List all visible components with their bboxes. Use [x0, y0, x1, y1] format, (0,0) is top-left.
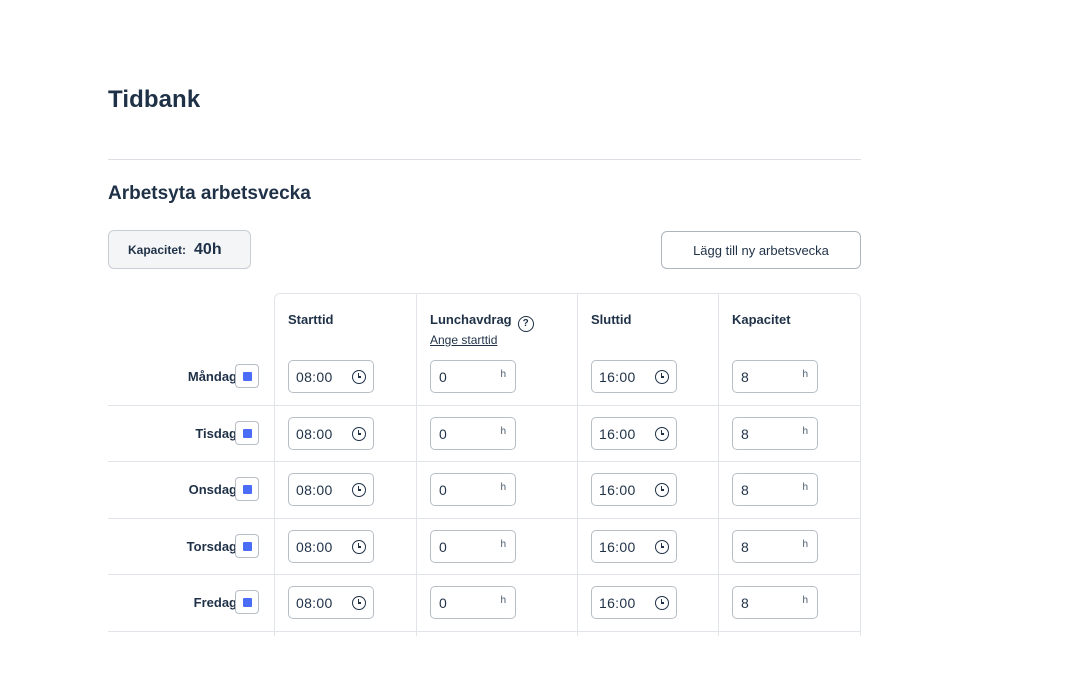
day-label: Torsdag: [186, 539, 237, 554]
day-checkbox[interactable]: [235, 421, 259, 445]
capacity-summary-value: 40h: [194, 240, 222, 258]
row-divider: [108, 574, 861, 575]
row-divider: [108, 518, 861, 519]
table-frame: [274, 293, 861, 636]
capacity-input[interactable]: 8h: [732, 417, 818, 450]
unit-label: h: [500, 426, 506, 437]
start-time-value: 08:00: [296, 594, 333, 611]
row-divider: [108, 631, 861, 632]
end-time-value: 16:00: [599, 481, 636, 498]
page-title: Tidbank: [108, 86, 201, 113]
end-time-value: 16:00: [599, 425, 636, 442]
unit-label: h: [802, 482, 808, 493]
set-start-time-link[interactable]: Ange starttid: [430, 333, 497, 347]
column-divider: [718, 293, 719, 636]
lunch-deduction-input[interactable]: 0h: [430, 586, 516, 619]
lunch-deduction-value: 0: [439, 425, 447, 442]
column-divider: [577, 293, 578, 636]
unit-label: h: [802, 595, 808, 606]
lunch-deduction-input[interactable]: 0h: [430, 473, 516, 506]
checkbox-indicator: [242, 428, 252, 438]
clock-icon: [655, 596, 669, 610]
column-header-capacity: Kapacitet: [732, 312, 791, 327]
clock-icon: [352, 370, 366, 384]
capacity-input[interactable]: 8h: [732, 586, 818, 619]
unit-label: h: [802, 426, 808, 437]
checkbox-indicator: [242, 597, 252, 607]
column-header-start: Starttid: [288, 312, 334, 327]
checkbox-indicator: [242, 541, 252, 551]
lunch-deduction-input[interactable]: 0h: [430, 530, 516, 563]
start-time-value: 08:00: [296, 368, 333, 385]
capacity-input[interactable]: 8h: [732, 360, 818, 393]
lunch-deduction-input[interactable]: 0h: [430, 417, 516, 450]
unit-label: h: [500, 369, 506, 380]
clock-icon: [352, 540, 366, 554]
row-divider: [108, 461, 861, 462]
divider: [108, 159, 861, 160]
day-label: Fredag: [193, 595, 237, 610]
clock-icon: [655, 540, 669, 554]
end-time-value: 16:00: [599, 368, 636, 385]
capacity-value: 8: [741, 538, 749, 555]
day-checkbox[interactable]: [235, 590, 259, 614]
start-time-input[interactable]: 08:00: [288, 586, 374, 619]
add-work-week-button[interactable]: Lägg till ny arbetsvecka: [661, 231, 861, 269]
capacity-value: 8: [741, 481, 749, 498]
start-time-input[interactable]: 08:00: [288, 417, 374, 450]
unit-label: h: [802, 539, 808, 550]
row-divider: [108, 405, 861, 406]
column-header-lunch: Lunchavdrag?: [430, 312, 534, 332]
unit-label: h: [500, 539, 506, 550]
checkbox-indicator: [242, 484, 252, 494]
column-divider: [416, 293, 417, 636]
checkbox-indicator: [242, 371, 252, 381]
start-time-value: 08:00: [296, 538, 333, 555]
end-time-input[interactable]: 16:00: [591, 530, 677, 563]
day-label: Onsdag: [188, 482, 237, 497]
lunch-deduction-value: 0: [439, 368, 447, 385]
work-week-table: Starttid Lunchavdrag? Ange starttid Slut…: [108, 293, 861, 636]
start-time-input[interactable]: 08:00: [288, 360, 374, 393]
clock-icon: [655, 370, 669, 384]
lunch-deduction-input[interactable]: 0h: [430, 360, 516, 393]
column-header-end: Sluttid: [591, 312, 632, 327]
unit-label: h: [500, 595, 506, 606]
end-time-value: 16:00: [599, 594, 636, 611]
end-time-input[interactable]: 16:00: [591, 473, 677, 506]
capacity-input[interactable]: 8h: [732, 530, 818, 563]
unit-label: h: [500, 482, 506, 493]
end-time-value: 16:00: [599, 538, 636, 555]
capacity-summary-label: Kapacitet:: [128, 242, 187, 257]
lunch-deduction-value: 0: [439, 594, 447, 611]
end-time-input[interactable]: 16:00: [591, 360, 677, 393]
lunch-deduction-value: 0: [439, 538, 447, 555]
capacity-input[interactable]: 8h: [732, 473, 818, 506]
section-title: Arbetsyta arbetsvecka: [108, 183, 311, 204]
clock-icon: [655, 483, 669, 497]
end-time-input[interactable]: 16:00: [591, 417, 677, 450]
start-time-input[interactable]: 08:00: [288, 473, 374, 506]
start-time-value: 08:00: [296, 425, 333, 442]
day-checkbox[interactable]: [235, 477, 259, 501]
start-time-input[interactable]: 08:00: [288, 530, 374, 563]
day-label: Tisdag: [195, 426, 237, 441]
start-time-value: 08:00: [296, 481, 333, 498]
clock-icon: [352, 483, 366, 497]
column-header-lunch-label: Lunchavdrag: [430, 312, 512, 327]
clock-icon: [655, 427, 669, 441]
capacity-summary-badge: Kapacitet: 40h: [108, 230, 251, 269]
day-label: Måndag: [187, 369, 237, 384]
lunch-deduction-value: 0: [439, 481, 447, 498]
clock-icon: [352, 427, 366, 441]
capacity-value: 8: [741, 594, 749, 611]
capacity-value: 8: [741, 425, 749, 442]
end-time-input[interactable]: 16:00: [591, 586, 677, 619]
clock-icon: [352, 596, 366, 610]
day-checkbox[interactable]: [235, 364, 259, 388]
help-icon[interactable]: ?: [517, 315, 534, 332]
capacity-value: 8: [741, 368, 749, 385]
unit-label: h: [802, 369, 808, 380]
day-checkbox[interactable]: [235, 534, 259, 558]
